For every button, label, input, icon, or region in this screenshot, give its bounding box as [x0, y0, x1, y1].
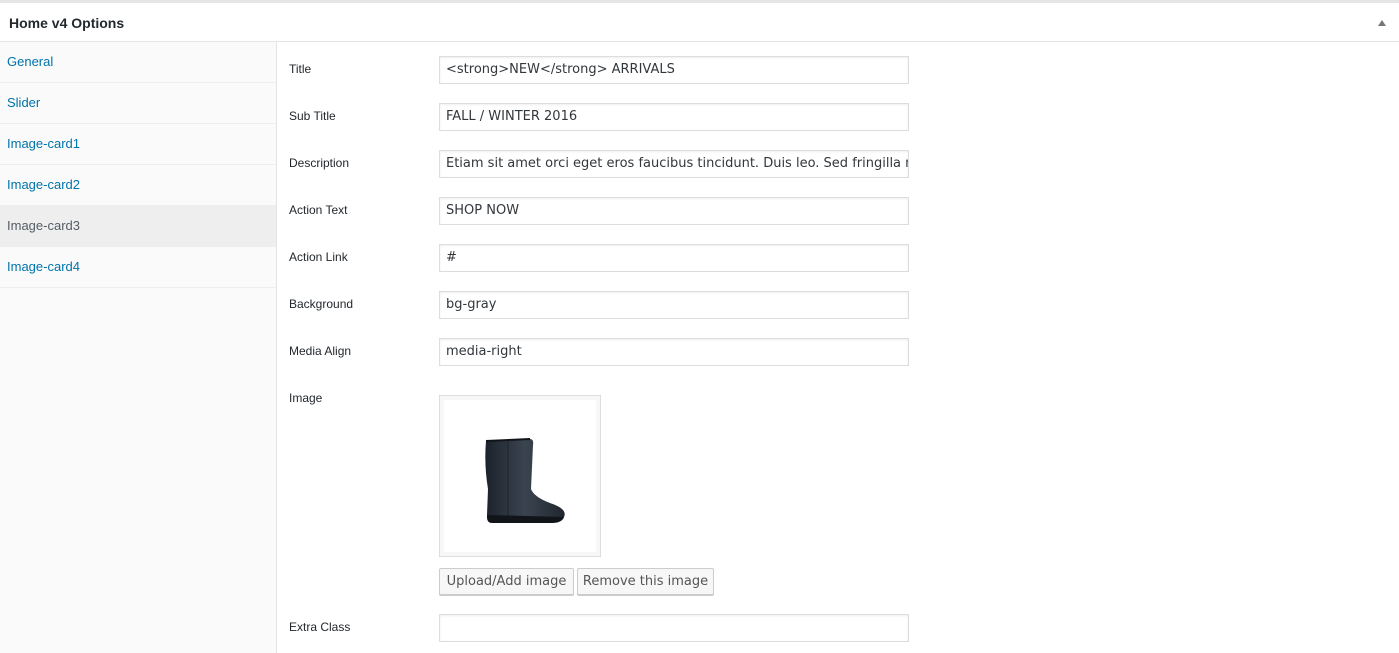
description-label: Description	[289, 156, 350, 170]
sidebar-item-label: General	[7, 54, 54, 69]
sub-title-input[interactable]: FALL / WINTER 2016	[439, 103, 909, 131]
remove-image-button[interactable]: Remove this image	[577, 568, 714, 595]
media-align-input[interactable]: media-right	[439, 338, 909, 366]
sidebar-item-slider[interactable]: Slider	[0, 83, 276, 124]
action-link-label: Action Link	[289, 250, 348, 264]
options-panel: Home v4 Options General Slider Image-car…	[0, 0, 1399, 653]
image-preview-inner	[444, 400, 596, 552]
panel-header[interactable]: Home v4 Options	[0, 6, 1399, 42]
sidebar-item-label: Slider	[7, 95, 41, 110]
action-text-label: Action Text	[289, 203, 348, 217]
action-link-input[interactable]: #	[439, 244, 909, 272]
extra-class-input[interactable]	[439, 614, 909, 642]
sidebar-item-label: Image-card1	[7, 136, 80, 151]
background-label: Background	[289, 297, 354, 311]
description-input[interactable]: Etiam sit amet orci eget eros faucibus t…	[439, 150, 909, 178]
media-align-label: Media Align	[289, 344, 352, 358]
sub-title-label: Sub Title	[289, 109, 336, 123]
boot-image	[485, 438, 565, 523]
action-text-input[interactable]: SHOP NOW	[439, 197, 909, 225]
options-content: Title <strong>NEW</strong> ARRIVALS Sub …	[277, 42, 1399, 653]
sidebar-item-image-card4[interactable]: Image-card4	[0, 247, 276, 288]
sidebar-item-label: Image-card3	[7, 218, 80, 233]
panel-title: Home v4 Options	[9, 15, 125, 31]
extra-class-label: Extra Class	[289, 620, 351, 634]
background-input[interactable]: bg-gray	[439, 291, 909, 319]
upload-image-button[interactable]: Upload/Add image	[439, 568, 574, 595]
sidebar-item-label: Image-card4	[7, 259, 80, 274]
sidebar-item-image-card3[interactable]: Image-card3	[0, 206, 276, 247]
triangle-up-icon[interactable]	[1377, 18, 1387, 28]
sidebar-item-label: Image-card2	[7, 177, 80, 192]
title-label: Title	[289, 62, 312, 76]
image-label: Image	[289, 391, 323, 405]
image-preview[interactable]	[439, 395, 601, 557]
title-input[interactable]: <strong>NEW</strong> ARRIVALS	[439, 56, 909, 84]
sidebar-item-image-card2[interactable]: Image-card2	[0, 165, 276, 206]
sidebar-item-general[interactable]: General	[0, 42, 276, 83]
sidebar-nav: General Slider Image-card1 Image-card2 I…	[0, 42, 277, 653]
sidebar-item-image-card1[interactable]: Image-card1	[0, 124, 276, 165]
